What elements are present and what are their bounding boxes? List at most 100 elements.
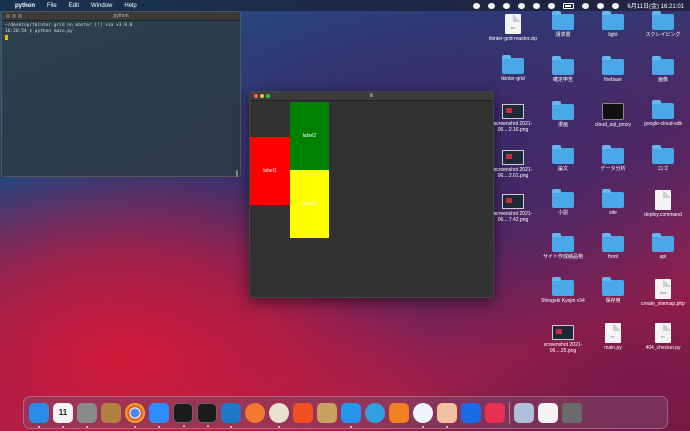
status-icon-3[interactable] (503, 2, 511, 9)
status-icon-2[interactable] (488, 2, 496, 9)
bluetooth-icon[interactable] (548, 2, 556, 9)
arduino-icon[interactable] (461, 402, 481, 423)
menu-help[interactable]: Help (124, 3, 136, 9)
folder-icon (552, 101, 574, 120)
desktop-icon-executable[interactable]: cloud_sql_proxy (588, 103, 638, 128)
control-center-icon[interactable] (612, 2, 620, 9)
desktop-icon-folder[interactable]: 請求書 (538, 11, 588, 38)
dock: 11 (23, 396, 668, 429)
folder-icon (652, 11, 674, 30)
desktop-icon-folder[interactable]: 確定申告 (538, 56, 588, 83)
folder-icon (652, 100, 674, 119)
postman-icon[interactable] (245, 402, 265, 423)
desktop-icon-screenshot[interactable]: screenshot 2021-06....2.16.png (488, 104, 538, 133)
desktop-icon-screenshot[interactable]: screenshot 2021-06....25.png (538, 325, 588, 354)
tk-titlebar[interactable]: tk (250, 92, 493, 101)
terminal-cursor (5, 35, 8, 40)
mysql-workbench-icon[interactable] (269, 402, 289, 428)
documents-stack-icon[interactable] (538, 402, 558, 423)
menu-file[interactable]: File (47, 3, 57, 9)
search-icon[interactable] (597, 2, 605, 9)
terminal-icon[interactable] (173, 402, 193, 427)
vscode-icon[interactable] (221, 402, 241, 428)
tk-window[interactable]: tk label1 label2 label3 (249, 91, 494, 298)
terminal-title: python (113, 13, 129, 19)
terminal-scrollbar[interactable] (236, 170, 238, 177)
folder-icon (552, 56, 574, 75)
folder-icon (602, 11, 624, 30)
screenshot-icon (502, 150, 524, 165)
chrome-icon[interactable] (125, 402, 145, 428)
desktop-icon-folder[interactable]: 画像 (638, 56, 688, 83)
desktop-icon-folder[interactable]: 小説 (538, 189, 588, 216)
simulator-icon[interactable] (413, 402, 433, 428)
iterm-icon[interactable] (197, 402, 217, 427)
dock-separator (509, 401, 510, 424)
folder-icon (602, 277, 624, 296)
paw-icon[interactable] (365, 402, 385, 423)
downloads-stack-icon[interactable] (514, 402, 534, 423)
activity-chart-icon[interactable] (293, 402, 313, 423)
desktop-icon-folder[interactable]: site (588, 189, 638, 216)
desktop-icon-folder[interactable]: google-cloud-sdk (638, 100, 688, 127)
label1: label1 (250, 137, 290, 205)
folder-icon (552, 145, 574, 164)
desktop-icon-folder[interactable]: スクレイピング (638, 11, 688, 38)
python-file-icon: PY (655, 323, 671, 343)
desktop-icon-folder[interactable]: api (638, 233, 688, 260)
desktop-icon-folder[interactable]: 漫画 (538, 101, 588, 128)
desktop-icon-screenshot[interactable]: screenshot 2021-06....7.42.png (488, 194, 538, 223)
desktop-icon-folder[interactable]: tkinter-grid (488, 55, 538, 82)
status-icon-5[interactable] (533, 2, 541, 9)
menu-app[interactable]: python (15, 3, 35, 9)
folder-icon (602, 189, 624, 208)
folder-icon (652, 233, 674, 252)
terminal-window[interactable]: python ~/desktop/tkinter-grid on master … (1, 11, 241, 177)
desktop-icon-folder[interactable]: front (588, 233, 638, 260)
zoom-icon[interactable] (149, 402, 169, 428)
status-icon-1[interactable] (473, 2, 481, 9)
desktop-icon-folder[interactable]: 保存用 (588, 277, 638, 304)
desktop-icon-folder[interactable]: ロゴ (638, 145, 688, 172)
docker-icon[interactable] (341, 402, 361, 428)
desktop-icon-python-file[interactable]: PY main.py (588, 323, 638, 351)
desktop-icon-screenshot[interactable]: screenshot 2021-06....2.01.png (488, 150, 538, 179)
terminal-output[interactable]: ~/desktop/tkinter-grid on master [!] via… (2, 21, 240, 45)
folder-icon (602, 145, 624, 164)
status-icon-4[interactable] (518, 2, 526, 9)
menubar: python File Edit Window Help 6月11日(金) 16… (0, 0, 690, 11)
desktop-icon-folder[interactable]: light (588, 11, 638, 38)
executable-icon (602, 103, 624, 120)
command-file-icon (655, 190, 671, 210)
folder-icon (552, 11, 574, 30)
contacts-icon[interactable] (101, 402, 121, 423)
desktop-icon-folder[interactable]: サイト作成納品物 (538, 233, 588, 260)
timer-icon[interactable] (485, 402, 505, 423)
desktop-icon-command-file[interactable]: deploy.command (638, 190, 688, 218)
terminal-titlebar[interactable]: python (2, 12, 240, 21)
calendar-icon[interactable]: 11 (53, 402, 73, 428)
screenshot-icon (502, 194, 524, 209)
battery-icon[interactable] (563, 2, 575, 9)
sourcetree-icon[interactable] (389, 402, 409, 423)
screenshot-icon (552, 325, 574, 340)
system-preferences-icon[interactable] (77, 402, 97, 428)
desktop-icon-zip[interactable]: ZIP tkinter-grid-master.zip (488, 14, 538, 42)
archive-icon[interactable] (317, 402, 337, 423)
finder-icon[interactable] (29, 402, 49, 428)
label3: label3 (290, 170, 329, 238)
desktop-icon-folder[interactable]: firebase (588, 56, 638, 83)
desktop-icon-folder[interactable]: データ分析 (588, 145, 638, 172)
desktop-icon-python-file[interactable]: PY 404_checker.py (638, 323, 688, 351)
menu-edit[interactable]: Edit (69, 3, 79, 9)
desktop-icon-folder[interactable]: 論文 (538, 145, 588, 172)
folder-icon (602, 233, 624, 252)
desktop-icon-folder[interactable]: Shingeki Kyojin v34 (538, 277, 588, 304)
folder-icon (552, 189, 574, 208)
clock[interactable]: 6月11日(金) 16:21:01 (627, 1, 684, 10)
wifi-icon[interactable] (582, 2, 590, 9)
preview-icon[interactable] (437, 402, 457, 428)
trash-icon[interactable] (562, 402, 582, 423)
menu-window[interactable]: Window (91, 3, 112, 9)
desktop-icon-php-file[interactable]: PHP create_sitemap.php (638, 279, 688, 307)
